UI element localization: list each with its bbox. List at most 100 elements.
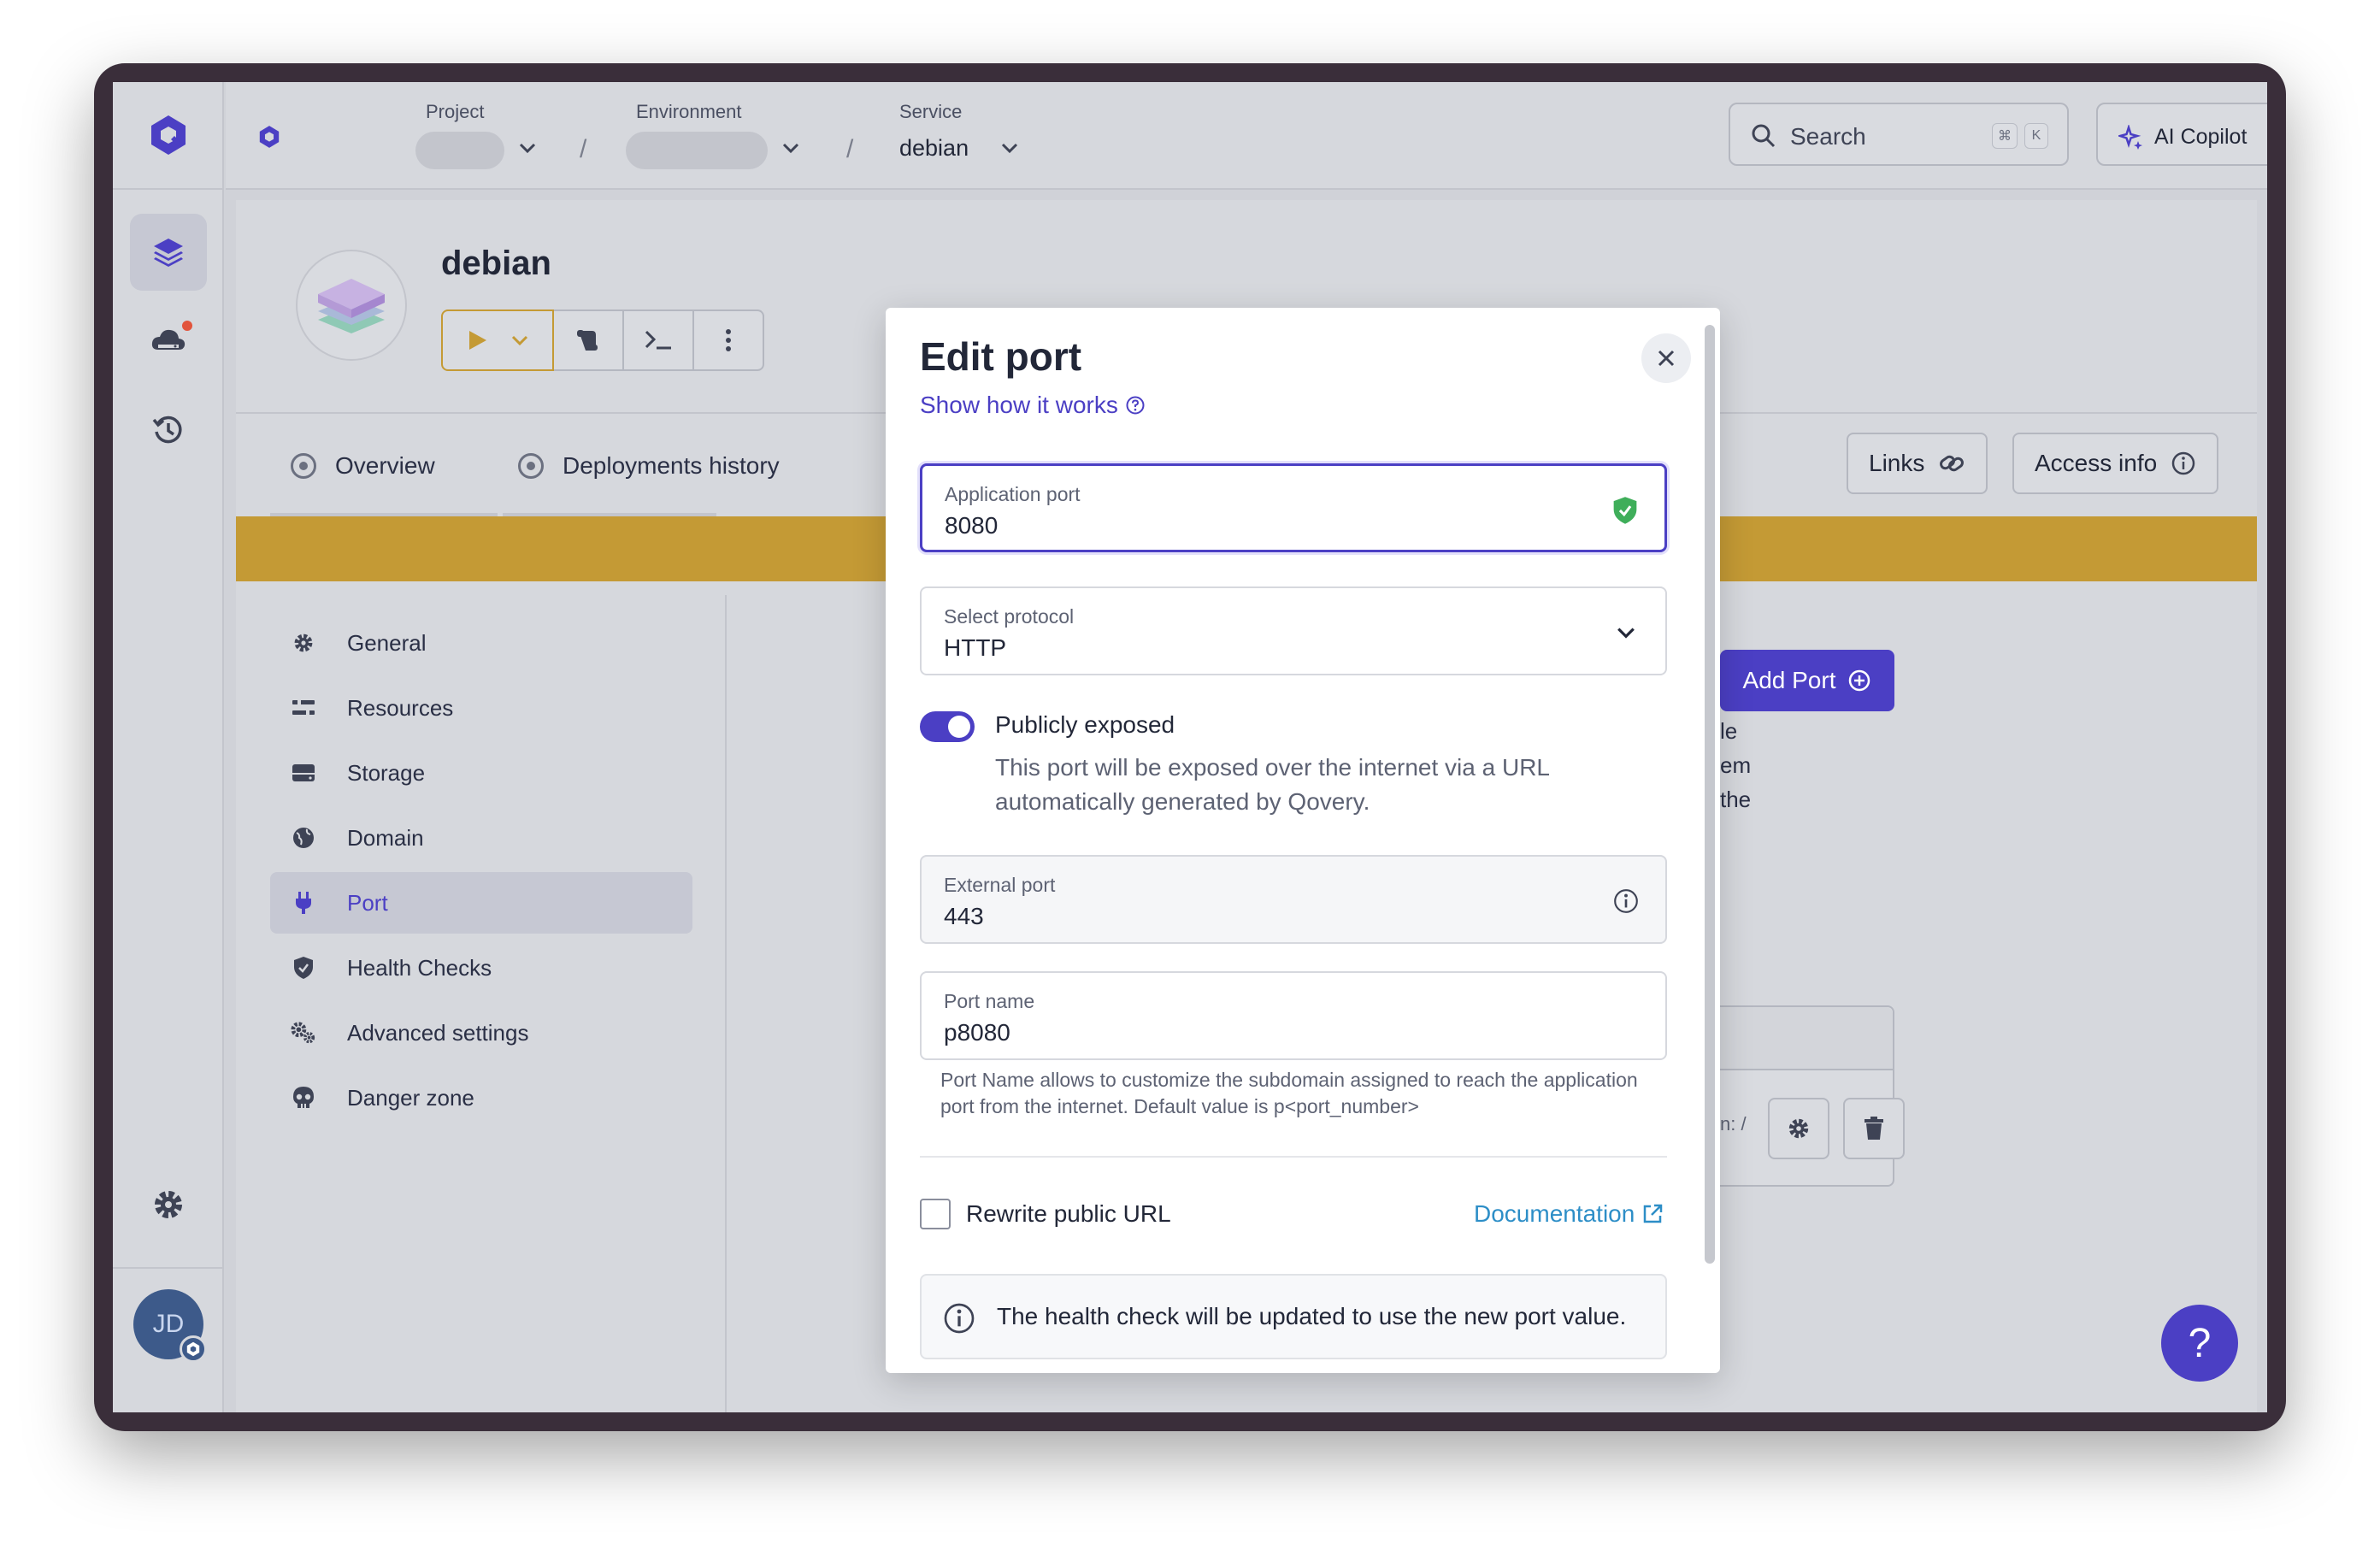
- info-icon: [942, 1301, 976, 1340]
- tab-overview[interactable]: Overview: [291, 416, 435, 516]
- show-how-it-works-link[interactable]: Show how it works: [920, 392, 1146, 419]
- more-vertical-icon: [726, 329, 731, 351]
- publicly-exposed-toggle[interactable]: [920, 711, 975, 742]
- help-link-label: Show how it works: [920, 392, 1118, 418]
- settings-nav-button[interactable]: [130, 1166, 207, 1243]
- gears-icon: [291, 1020, 316, 1046]
- nav-label: General: [347, 629, 427, 656]
- field-label: Application port: [945, 483, 1081, 505]
- port-name-field[interactable]: Port name p8080: [920, 971, 1667, 1060]
- chevron-down-icon: [511, 335, 528, 346]
- edit-port-button[interactable]: [1768, 1098, 1829, 1159]
- terminal-icon: [645, 330, 671, 350]
- gear-icon: [291, 630, 316, 656]
- info-icon[interactable]: [1611, 886, 1641, 917]
- tab-deployments-history[interactable]: Deployments history: [518, 416, 780, 516]
- settings-nav-danger-zone[interactable]: Danger zone: [270, 1067, 692, 1129]
- chevron-down-icon[interactable]: [781, 142, 800, 154]
- external-port-field[interactable]: External port 443: [920, 855, 1667, 944]
- logs-button[interactable]: [554, 309, 624, 371]
- breadcrumb-separator: /: [846, 135, 854, 163]
- notification-dot: [180, 318, 195, 333]
- tab-label: Overview: [335, 452, 435, 479]
- peek-text: em: [1720, 752, 1752, 778]
- access-info-button[interactable]: Access info: [2012, 433, 2219, 494]
- documentation-label: Documentation: [1474, 1200, 1635, 1227]
- service-actions: [441, 309, 764, 371]
- field-label: External port: [944, 874, 1056, 896]
- health-check-info-callout: The health check will be updated to use …: [920, 1274, 1667, 1359]
- more-options-button[interactable]: [694, 309, 764, 371]
- close-icon: [1658, 350, 1675, 367]
- field-label: Port name: [944, 990, 1035, 1012]
- close-button[interactable]: [1641, 333, 1691, 383]
- shield-icon: [291, 955, 316, 981]
- delete-port-button[interactable]: [1843, 1098, 1905, 1159]
- skull-icon: [291, 1085, 316, 1111]
- history-nav-button[interactable]: [130, 392, 207, 469]
- modal-scrollbar[interactable]: [1705, 325, 1715, 1264]
- field-value: p8080: [944, 1019, 1010, 1046]
- breadcrumb-environment-label: Environment: [636, 101, 742, 122]
- field-label: Select protocol: [944, 605, 1075, 628]
- chevron-down-icon: [1611, 617, 1641, 648]
- settings-nav-port[interactable]: Port: [270, 872, 692, 934]
- application-port-field[interactable]: Application port 8080: [920, 463, 1667, 552]
- search-input[interactable]: Search ⌘ K: [1729, 103, 2069, 166]
- info-message: The health check will be updated to use …: [997, 1303, 1627, 1329]
- circle-dot-icon: [518, 453, 544, 479]
- port-row-peek: n: /: [1720, 1113, 1747, 1135]
- layers-icon: [318, 279, 385, 333]
- nav-label: Storage: [347, 759, 426, 786]
- ai-copilot-label: AI Copilot: [2154, 125, 2247, 149]
- protocol-select[interactable]: Select protocol HTTP: [920, 586, 1667, 675]
- breadcrumb-project-value[interactable]: [415, 132, 504, 169]
- help-button[interactable]: ?: [2161, 1305, 2238, 1382]
- plus-circle-icon: [1849, 669, 1870, 692]
- nav-label: Danger zone: [347, 1084, 474, 1111]
- qovery-logo[interactable]: [113, 82, 224, 190]
- terminal-button[interactable]: [624, 309, 694, 371]
- layers-icon: [154, 239, 183, 267]
- plug-icon: [291, 890, 316, 916]
- breadcrumb-separator: /: [580, 135, 587, 163]
- history-icon: [152, 416, 182, 444]
- settings-nav-storage[interactable]: Storage: [270, 742, 692, 804]
- infrastructure-nav-button[interactable]: [130, 303, 207, 380]
- settings-nav-resources[interactable]: Resources: [270, 677, 692, 739]
- breadcrumb-service-value[interactable]: debian: [899, 135, 969, 162]
- access-info-label: Access info: [2035, 450, 2158, 476]
- field-value: HTTP: [944, 634, 1007, 661]
- nav-label: Health Checks: [347, 954, 492, 981]
- play-icon: [469, 331, 486, 350]
- user-avatar[interactable]: JD: [133, 1289, 207, 1363]
- service-avatar: [296, 250, 407, 361]
- rewrite-public-url-checkbox[interactable]: [920, 1199, 951, 1229]
- add-port-button[interactable]: Add Port: [1720, 650, 1894, 711]
- settings-nav-health-checks[interactable]: Health Checks: [270, 937, 692, 999]
- links-button[interactable]: Links: [1847, 433, 1988, 494]
- question-circle-icon: [1126, 396, 1145, 415]
- chevron-down-icon[interactable]: [1000, 142, 1019, 154]
- settings-nav-domain[interactable]: Domain: [270, 807, 692, 869]
- publicly-exposed-description: This port will be exposed over the inter…: [995, 754, 1549, 815]
- deploy-dropdown-button[interactable]: [441, 309, 554, 371]
- shortcut-key: K: [2024, 123, 2048, 149]
- edit-port-modal: Edit port Show how it works Application …: [886, 308, 1720, 1373]
- chevron-down-icon[interactable]: [518, 142, 537, 154]
- circle-dot-icon: [291, 453, 316, 479]
- documentation-link[interactable]: Documentation: [1474, 1200, 1664, 1228]
- settings-nav: General Resources Storage Domain Port He…: [236, 595, 727, 1412]
- services-nav-button[interactable]: [130, 214, 207, 291]
- links-label: Links: [1869, 450, 1925, 476]
- settings-nav-general[interactable]: General: [270, 612, 692, 674]
- divider: [920, 1156, 1667, 1158]
- nav-label: Port: [347, 889, 388, 916]
- gear-icon: [155, 1191, 182, 1218]
- ai-copilot-button[interactable]: AI Copilot ⌘ i: [2096, 103, 2267, 166]
- breadcrumb-environment-value[interactable]: [626, 132, 768, 169]
- settings-nav-advanced-settings[interactable]: Advanced settings: [270, 1002, 692, 1064]
- search-icon: [1752, 124, 1776, 148]
- scroll-icon: [577, 330, 598, 351]
- add-port-label: Add Port: [1742, 667, 1836, 693]
